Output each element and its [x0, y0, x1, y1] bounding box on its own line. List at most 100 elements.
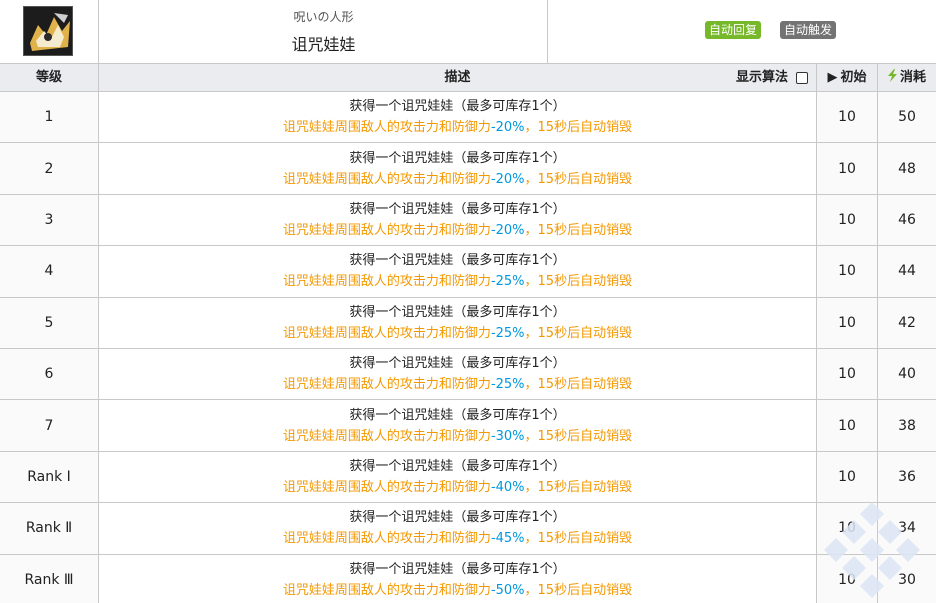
effect-text: 诅咒娃娃周围敌人的攻击力和防御力	[282, 325, 491, 341]
effect-duration: ，15秒后自动销毁	[524, 274, 633, 290]
row-initial: 10	[817, 246, 878, 297]
row-initial: 10	[817, 143, 878, 194]
effect-duration: ，15秒后自动销毁	[524, 377, 633, 393]
row-description-gain: 获得一个诅咒娃娃（最多可库存1个）	[349, 304, 566, 320]
effect-duration: ，15秒后自动销毁	[524, 531, 633, 547]
skill-header: 呪いの人形 诅咒娃娃 自动回复 自动触发	[0, 0, 936, 64]
row-description-gain: 获得一个诅咒娃娃（最多可库存1个）	[349, 356, 566, 372]
row-description-effect: 诅咒娃娃周围敌人的攻击力和防御力-50%，15秒后自动销毁	[283, 580, 632, 601]
effect-duration: ，15秒后自动销毁	[524, 582, 633, 598]
table-row: 6 获得一个诅咒娃娃（最多可库存1个） 诅咒娃娃周围敌人的攻击力和防御力-25%，1…	[0, 348, 936, 401]
row-initial: 10	[817, 554, 878, 603]
effect-duration: ，15秒后自动销毁	[524, 171, 633, 187]
effect-percent: -20%	[490, 171, 525, 187]
play-icon: ▶	[827, 70, 838, 85]
table-row: 2 获得一个诅咒娃娃（最多可库存1个） 诅咒娃娃周围敌人的攻击力和防御力-20%，1…	[0, 143, 936, 195]
show-formula-checkbox[interactable]	[796, 72, 808, 84]
skill-name: 诅咒娃娃	[291, 35, 356, 54]
effect-percent: -25%	[490, 377, 525, 393]
row-cost: 40	[898, 366, 916, 383]
row-initial: 10	[817, 92, 878, 143]
row-description: 获得一个诅咒娃娃（最多可库存1个） 诅咒娃娃周围敌人的攻击力和防御力-20%，15…	[99, 194, 817, 246]
row-initial: 10	[817, 503, 878, 554]
effect-text: 诅咒娃娃周围敌人的攻击力和防御力	[282, 222, 491, 238]
effect-text: 诅咒娃娃周围敌人的攻击力和防御力	[282, 479, 491, 495]
header-initial: ▶ 初始	[817, 64, 878, 92]
row-cost: 50	[898, 109, 916, 126]
row-cost: 36	[898, 468, 916, 485]
header-level: 等级	[0, 64, 99, 92]
effect-text: 诅咒娃娃周围敌人的攻击力和防御力	[282, 531, 491, 547]
row-description-effect: 诅咒娃娃周围敌人的攻击力和防御力-25%，15秒后自动销毁	[283, 374, 632, 395]
effect-percent: -45%	[490, 531, 525, 547]
effect-percent: -40%	[490, 479, 525, 495]
row-cost: 44	[898, 263, 916, 280]
tag-auto-recovery: 自动回复	[705, 21, 762, 39]
row-level: 4	[0, 246, 99, 297]
tag-auto-trigger: 自动触发	[780, 21, 837, 39]
effect-text: 诅咒娃娃周围敌人的攻击力和防御力	[282, 120, 491, 136]
row-level: Rank Ⅱ	[0, 503, 99, 554]
row-level: 6	[0, 348, 99, 400]
effect-duration: ，15秒后自动销毁	[524, 325, 633, 341]
row-description-effect: 诅咒娃娃周围敌人的攻击力和防御力-20%，15秒后自动销毁	[283, 117, 632, 138]
row-cost: 38	[898, 417, 916, 434]
cursed-doll-skill-icon	[23, 6, 73, 56]
header-cost-label: 消耗	[899, 70, 926, 85]
effect-text: 诅咒娃娃周围敌人的攻击力和防御力	[282, 171, 491, 187]
row-description: 获得一个诅咒娃娃（最多可库存1个） 诅咒娃娃周围敌人的攻击力和防御力-20%，15…	[99, 143, 817, 194]
table-row: Rank Ⅲ 获得一个诅咒娃娃（最多可库存1个） 诅咒娃娃周围敌人的攻击力和防御力-…	[0, 554, 936, 603]
row-level: Rank Ⅲ	[0, 554, 99, 603]
row-level: Rank Ⅰ	[0, 451, 99, 503]
row-description: 获得一个诅咒娃娃（最多可库存1个） 诅咒娃娃周围敌人的攻击力和防御力-30%，15…	[99, 400, 817, 451]
effect-duration: ，15秒后自动销毁	[524, 120, 633, 136]
row-level: 7	[0, 400, 99, 451]
row-level: 5	[0, 297, 99, 348]
row-description: 获得一个诅咒娃娃（最多可库存1个） 诅咒娃娃周围敌人的攻击力和防御力-45%，15…	[99, 503, 817, 554]
show-formula-label: 显示算法	[736, 70, 789, 85]
row-cost: 48	[898, 160, 916, 177]
row-description-gain: 获得一个诅咒娃娃（最多可库存1个）	[349, 510, 566, 526]
skill-name-cell: 呪いの人形 诅咒娃娃	[100, 0, 548, 63]
row-initial: 10	[817, 348, 878, 400]
row-description: 获得一个诅咒娃娃（最多可库存1个） 诅咒娃娃周围敌人的攻击力和防御力-50%，15…	[99, 554, 817, 603]
row-description-gain: 获得一个诅咒娃娃（最多可库存1个）	[349, 458, 566, 474]
row-cost: 46	[898, 211, 916, 228]
row-description-effect: 诅咒娃娃周围敌人的攻击力和防御力-20%，15秒后自动销毁	[283, 169, 632, 190]
header-initial-label: 初始	[840, 70, 867, 85]
row-cost: 30	[898, 571, 916, 588]
table-row: Rank Ⅰ 获得一个诅咒娃娃（最多可库存1个） 诅咒娃娃周围敌人的攻击力和防御力-…	[0, 451, 936, 504]
effect-percent: -50%	[490, 582, 525, 598]
effect-duration: ，15秒后自动销毁	[524, 479, 633, 495]
table-row: 3 获得一个诅咒娃娃（最多可库存1个） 诅咒娃娃周围敌人的攻击力和防御力-20%，1…	[0, 194, 936, 247]
effect-duration: ，15秒后自动销毁	[524, 428, 633, 444]
table-row: 5 获得一个诅咒娃娃（最多可库存1个） 诅咒娃娃周围敌人的攻击力和防御力-25%，1…	[0, 297, 936, 349]
table-row: 1 获得一个诅咒娃娃（最多可库存1个） 诅咒娃娃周围敌人的攻击力和防御力-20%，1…	[0, 92, 936, 144]
skill-tags-cell: 自动回复 自动触发	[549, 0, 936, 63]
effect-text: 诅咒娃娃周围敌人的攻击力和防御力	[282, 377, 491, 393]
effect-percent: -20%	[490, 222, 525, 238]
table-header: 等级 描述 显示算法 ▶ 初始 消耗	[0, 64, 936, 92]
row-description-gain: 获得一个诅咒娃娃（最多可库存1个）	[349, 99, 566, 115]
row-description: 获得一个诅咒娃娃（最多可库存1个） 诅咒娃娃周围敌人的攻击力和防御力-25%，15…	[99, 348, 817, 400]
row-initial: 10	[817, 297, 878, 348]
effect-percent: -25%	[490, 325, 525, 341]
row-description: 获得一个诅咒娃娃（最多可库存1个） 诅咒娃娃周围敌人的攻击力和防御力-25%，15…	[99, 246, 817, 297]
row-level: 3	[0, 194, 99, 246]
row-description-gain: 获得一个诅咒娃娃（最多可库存1个）	[349, 561, 566, 577]
row-initial: 10	[817, 194, 878, 246]
row-description-gain: 获得一个诅咒娃娃（最多可库存1个）	[349, 253, 566, 269]
row-level: 2	[0, 143, 99, 194]
row-initial: 10	[817, 400, 878, 451]
row-level: 1	[0, 92, 99, 143]
skill-icon-cell	[0, 0, 99, 63]
header-description-label: 描述	[444, 70, 471, 85]
header-description: 描述	[99, 64, 817, 92]
effect-text: 诅咒娃娃周围敌人的攻击力和防御力	[282, 428, 491, 444]
effect-text: 诅咒娃娃周围敌人的攻击力和防御力	[282, 582, 491, 598]
table-row: 4 获得一个诅咒娃娃（最多可库存1个） 诅咒娃娃周围敌人的攻击力和防御力-25%，1…	[0, 246, 936, 298]
row-description-gain: 获得一个诅咒娃娃（最多可库存1个）	[349, 407, 566, 423]
lightning-icon	[887, 64, 897, 92]
row-cost: 34	[898, 520, 916, 537]
row-description-effect: 诅咒娃娃周围敌人的攻击力和防御力-25%，15秒后自动销毁	[283, 271, 632, 292]
